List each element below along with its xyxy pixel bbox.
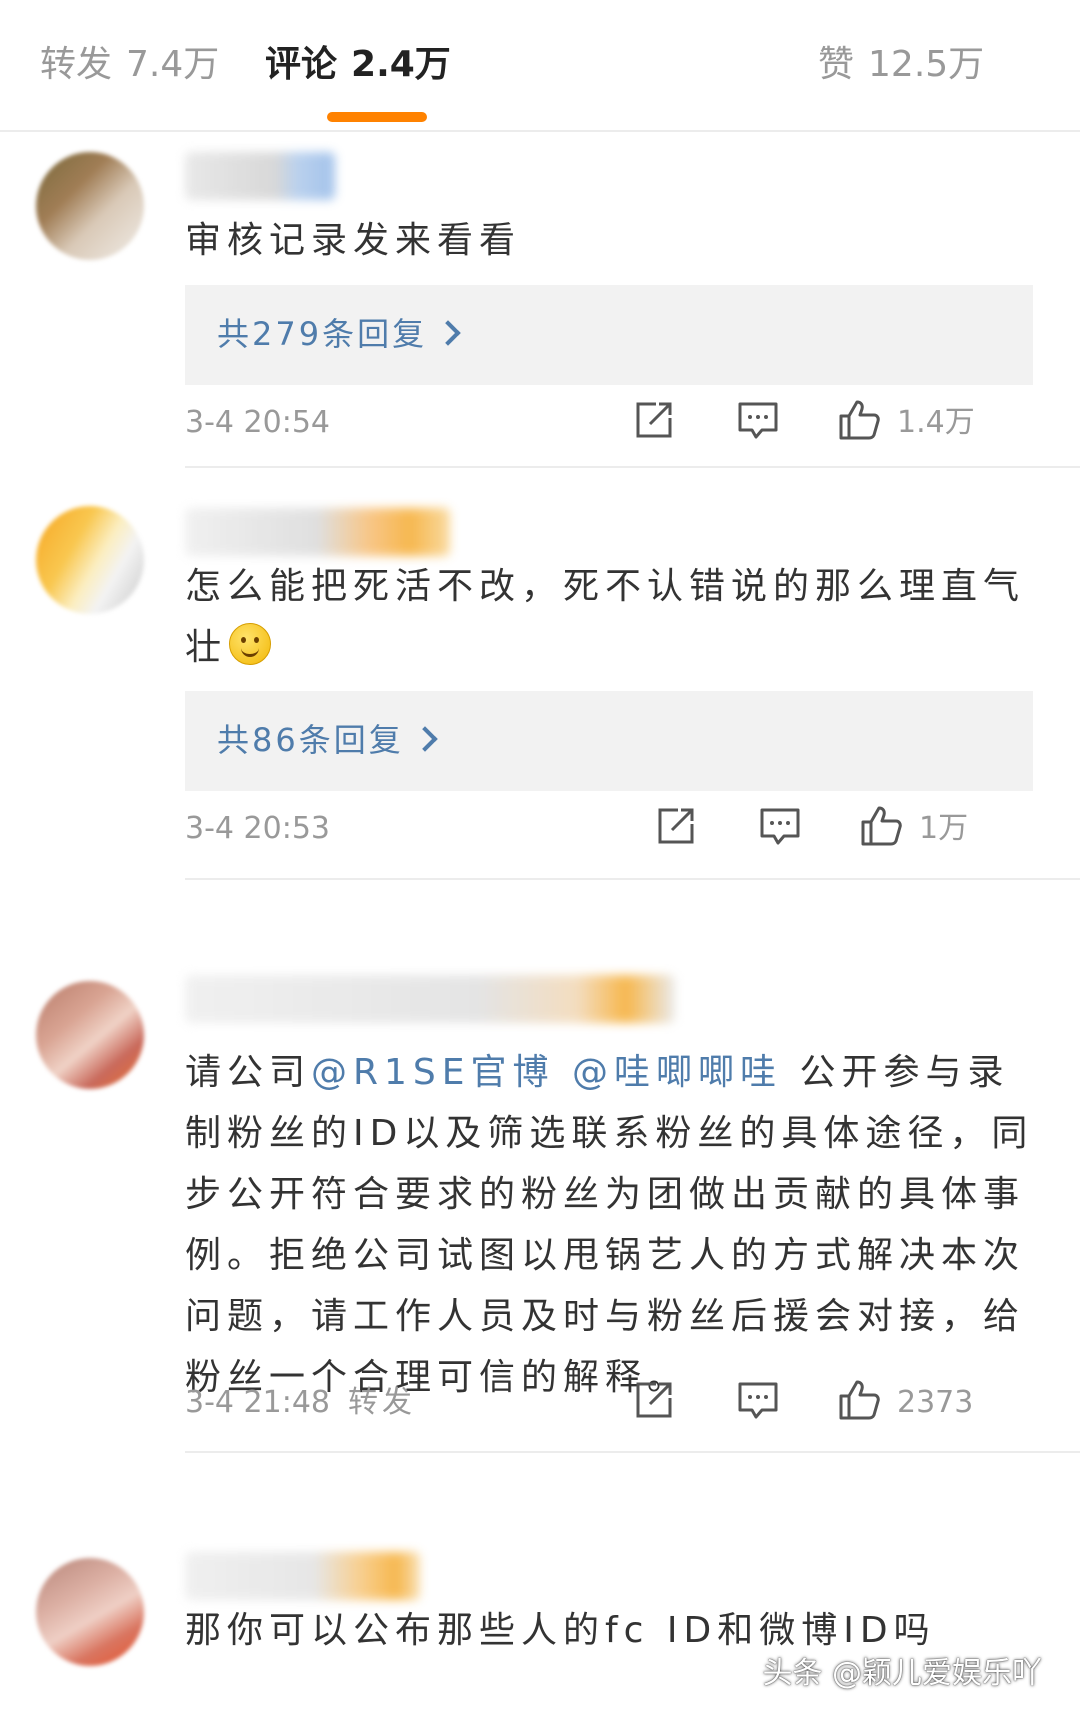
comment-text: 公开参与录制粉丝的ID以及筛选联系粉丝的具体途径，同步公开符合要求的粉丝为团做出… [185,1052,1034,1398]
mention-link[interactable]: @R1SE官博 [311,1052,555,1093]
thumbs-up-icon[interactable] [859,804,903,848]
chevron-right-icon [412,726,438,752]
like-count: 1.4万 [897,405,975,440]
comment-divider [185,466,1080,468]
comment-bubble-icon[interactable] [736,398,780,442]
active-tab-indicator [327,112,427,122]
comment-body: 请公司@R1SE官博 @哇唧唧哇 公开参与录制粉丝的ID以及筛选联系粉丝的具体途… [185,1042,1045,1408]
replies-count-label: 共279条回复 [217,315,428,353]
username-blurred[interactable] [185,975,675,1023]
comment-text: 审核记录发来看看 [185,220,522,261]
comment-bubble-icon[interactable] [736,1378,780,1422]
watermark: 头条 @颖儿爱娱乐吖 [762,1656,1042,1691]
tab-likes-count: 12.5万 [868,44,985,85]
avatar[interactable] [36,506,144,614]
like-count: 1万 [919,811,969,846]
comment-text-prefix: 请公司 [185,1052,312,1093]
comment-divider [185,1451,1080,1453]
share-square-icon[interactable] [654,804,698,848]
username-blurred[interactable] [185,1552,420,1600]
comment-meta: 3-4 20:54 1.4万 [185,398,1045,448]
tab-comments-label: 评论 [265,44,338,85]
forward-label[interactable]: 转发 [348,1385,416,1420]
comment-body: 怎么能把死活不改，死不认错说的那么理直气壮 [185,556,1045,678]
tab-forward[interactable]: 转发 7.4万 [40,40,219,90]
thumbs-up-icon[interactable] [837,1378,881,1422]
comment-meta: 3-4 20:53 1万 [185,804,1045,854]
comment-time: 3-4 21:48 [185,1385,330,1420]
tab-forward-count: 7.4万 [126,44,220,85]
tab-comments[interactable]: 评论 2.4万 [265,40,451,90]
comment-time: 3-4 20:53 [185,811,330,846]
avatar[interactable] [36,1558,144,1666]
comment-bubble-icon[interactable] [758,804,802,848]
tab-comments-count: 2.4万 [351,44,451,85]
comment-text: 怎么能把死活不改，死不认错说的那么理直气壮 [185,566,1026,668]
tab-forward-label: 转发 [40,44,113,85]
replies-link[interactable]: 共279条回复 [185,285,1033,385]
share-square-icon[interactable] [632,398,676,442]
tab-bar: 转发 7.4万 评论 2.4万 赞 12.5万 [0,0,1080,132]
smile-emoji-icon [229,623,272,665]
username-blurred[interactable] [185,508,450,556]
replies-link[interactable]: 共86条回复 [185,691,1033,791]
tab-likes-label: 赞 [818,44,855,85]
comment-time: 3-4 20:54 [185,405,330,440]
share-square-icon[interactable] [632,1378,676,1422]
replies-count-label: 共86条回复 [217,721,404,759]
username-blurred[interactable] [185,152,335,200]
like-count: 2373 [897,1385,974,1420]
avatar[interactable] [36,981,144,1089]
mention-link[interactable]: @哇唧唧哇 [572,1052,782,1093]
thumbs-up-icon[interactable] [837,398,881,442]
comment-meta: 3-4 21:48 转发 2373 [185,1378,1045,1428]
tab-likes[interactable]: 赞 12.5万 [818,40,984,90]
chevron-right-icon [435,320,461,346]
comment-divider [185,878,1080,880]
avatar[interactable] [36,152,144,260]
